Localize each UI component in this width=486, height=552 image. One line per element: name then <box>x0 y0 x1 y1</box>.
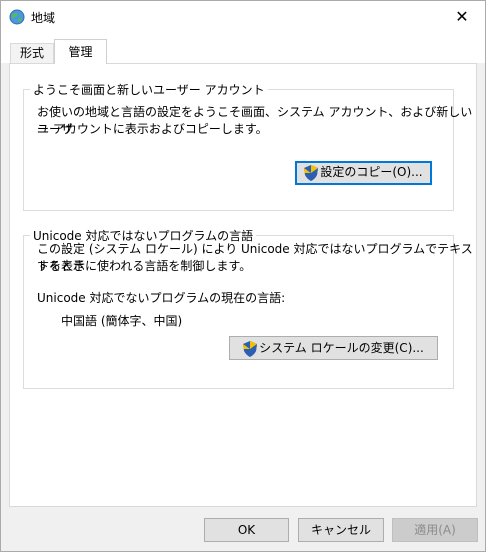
uac-shield-icon <box>304 164 319 181</box>
current-language-label: Unicode 対応でないプログラムの現在の言語: <box>37 291 286 305</box>
ok-button[interactable]: OK <box>204 518 289 542</box>
welcome-screen-group: ようこそ画面と新しいユーザー アカウント <box>23 81 454 211</box>
welcome-group-legend: ようこそ画面と新しいユーザー アカウント <box>33 83 265 97</box>
copy-settings-button[interactable]: 設定のコピー(O)... <box>295 161 432 185</box>
current-language-value: 中国語 (簡体字、中国) <box>61 314 183 328</box>
cancel-button[interactable]: キャンセル <box>298 518 384 542</box>
close-icon: ✕ <box>455 7 469 26</box>
apply-button[interactable]: 適用(A) <box>392 518 478 542</box>
change-system-locale-label: システム ロケールの変更(C)... <box>259 341 424 355</box>
copy-settings-label: 設定のコピー(O)... <box>320 165 423 179</box>
region-dialog: 地域 ✕ 形式 ようこそ画面と新しいユーザー アカウント お使いの地域と言語の設… <box>0 0 486 552</box>
globe-icon <box>9 9 25 25</box>
unicode-description-line2: するときに使われる言語を制御します。 <box>37 259 252 273</box>
tab-admin[interactable]: 管理 <box>54 39 107 64</box>
title-bar: 地域 ✕ <box>1 1 485 33</box>
change-system-locale-button[interactable]: システム ロケールの変更(C)... <box>229 336 438 360</box>
window-title: 地域 <box>31 11 56 25</box>
uac-shield-icon <box>243 340 258 357</box>
close-button[interactable]: ✕ <box>439 1 485 33</box>
tab-panel-admin: ようこそ画面と新しいユーザー アカウント お使いの地域と言語の設定をようこそ画面… <box>9 63 477 507</box>
tab-format[interactable]: 形式 <box>10 43 54 63</box>
welcome-description-line2: ー アカウントに表示およびコピーします。 <box>37 122 268 136</box>
